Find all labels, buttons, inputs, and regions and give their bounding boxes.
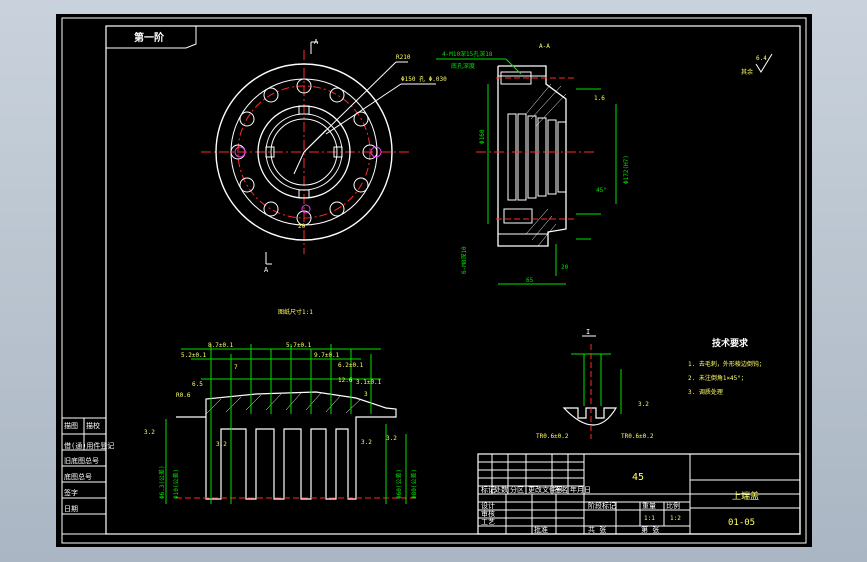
tech-req-title: 技术要求 bbox=[712, 337, 749, 349]
bottom-small-dim-0: R0.6 bbox=[176, 392, 191, 399]
tb-part-name: 上端盖 bbox=[732, 490, 759, 502]
detail-view bbox=[562, 335, 622, 439]
drawing-sheet: 第一阶 R210 Φ150 孔 Φ.030 A A 20 其余 6.4 A-A … bbox=[61, 17, 807, 544]
section-dim-length: 65 bbox=[526, 277, 534, 284]
front-view-callout-hole: Φ150 孔 Φ.030 bbox=[401, 75, 447, 83]
drawing-tab-label: 第一阶 bbox=[134, 31, 165, 44]
bottom-small-dim-4: 12.6 bbox=[338, 377, 353, 384]
tb-row-0: 标记 bbox=[481, 485, 495, 494]
bottom-vdim-3: Φ80(公差) bbox=[410, 469, 418, 499]
bottom-profile-view bbox=[165, 344, 416, 504]
tb-material: 45 bbox=[632, 472, 644, 483]
tb-drawing-no: 01-05 bbox=[728, 518, 755, 528]
bottom-small-dim-3: 7 bbox=[234, 364, 238, 371]
tb-stage-0: 阶段标记 bbox=[588, 501, 616, 510]
bottom-dim-1: 5.2±0.1 bbox=[181, 352, 207, 359]
section-marker-bottom: A bbox=[264, 266, 269, 274]
inner-frame bbox=[105, 25, 801, 535]
tb-row-5: 年月日 bbox=[570, 485, 591, 494]
stamp-row-0: 借(通)用件登记 bbox=[64, 441, 114, 450]
outer-frame bbox=[61, 17, 807, 544]
tb-sheet: 1:1 bbox=[644, 515, 655, 522]
section-dim-threads: 6-M8深10 bbox=[460, 246, 468, 274]
tb-stage-1: 重量 bbox=[642, 502, 656, 510]
stamp-row-3: 签字 bbox=[64, 488, 78, 497]
tb-row-4: 签名 bbox=[554, 485, 568, 494]
bottom-vdim-1: Φ10(公差) bbox=[172, 469, 180, 499]
tb-scale: 1:2 bbox=[670, 515, 681, 522]
detail-dim-left: TR0.6±0.2 bbox=[536, 433, 569, 440]
stamp-row-4: 日期 bbox=[64, 505, 78, 513]
bottom-dim-5: 3.1±0.1 bbox=[356, 379, 382, 386]
stamp-row-5: 描图 bbox=[64, 421, 78, 430]
section-view-label: A-A bbox=[539, 43, 550, 50]
section-marker-top: A bbox=[314, 38, 319, 46]
bottom-dim-4: 6.2±0.1 bbox=[338, 362, 364, 369]
bottom-small-dim-1: 6.5 bbox=[192, 381, 203, 388]
section-dim-outer: Φ172(H7) bbox=[623, 155, 630, 184]
tech-req-item-3: 3. 调质处理 bbox=[688, 388, 723, 396]
tb-sub-3: 批准 bbox=[534, 525, 548, 534]
detail-dim-right: TR0.6±0.2 bbox=[621, 433, 654, 440]
section-note-thread: 4-M10深15孔深18 bbox=[442, 50, 493, 58]
cad-drawing-viewport[interactable]: 第一阶 R210 Φ150 孔 Φ.030 A A 20 其余 6.4 A-A … bbox=[56, 14, 812, 547]
tb-sub-0: 设计 bbox=[481, 501, 495, 510]
scale-note: 图纸尺寸1:1 bbox=[278, 308, 313, 316]
bottom-vdim-0: Φ6.3(公差) bbox=[158, 465, 166, 499]
detail-view-label: I bbox=[586, 328, 590, 336]
bottom-vdim-2: Φ60(公差) bbox=[395, 469, 403, 499]
tb-sheet-0: 共 张 bbox=[588, 525, 606, 534]
tech-req-item-1: 1. 去毛刺，外形棱边倒钝； bbox=[688, 360, 765, 368]
tb-sub-1: 审核 bbox=[481, 509, 495, 518]
bottom-dim-2: 5.7±0.1 bbox=[286, 342, 312, 349]
stamp-row-2: 底图总号 bbox=[64, 472, 92, 481]
detail-dim-roughness: 3.2 bbox=[638, 401, 649, 408]
tb-sheet-1: 第 张 bbox=[641, 525, 659, 534]
roughness-value: 6.4 bbox=[756, 55, 767, 62]
section-note-depth: 底孔深度 bbox=[451, 62, 475, 70]
bottom-roughness-0: 3.2 bbox=[144, 429, 155, 436]
section-dim-inner: Φ160 bbox=[479, 129, 486, 144]
section-dim-roughness: 1.6 bbox=[594, 95, 605, 102]
bottom-dim-0: 8.7±0.1 bbox=[208, 342, 234, 349]
roughness-label: 其余 bbox=[741, 68, 753, 76]
stamp-row-6: 描校 bbox=[86, 421, 100, 430]
tech-req-item-2: 2. 未注倒角1×45°； bbox=[688, 374, 747, 382]
tb-stage-2: 比例 bbox=[666, 501, 680, 510]
bottom-small-dim-2: 3 bbox=[364, 391, 368, 398]
bottom-roughness-1: 3.2 bbox=[216, 441, 227, 448]
stamp-row-1: 旧底图总号 bbox=[64, 456, 99, 465]
front-view-callout-radius: R210 bbox=[396, 54, 411, 61]
tb-row-1: 处数 bbox=[494, 485, 508, 494]
tb-sub-2: 工艺 bbox=[481, 518, 495, 526]
bottom-dim-3: 9.7±0.1 bbox=[314, 352, 340, 359]
front-view-center-mark: 20 bbox=[298, 223, 306, 230]
section-dim-angle: 45° bbox=[596, 187, 607, 194]
bottom-roughness-2: 3.2 bbox=[361, 439, 372, 446]
section-dim-small: 20 bbox=[561, 264, 569, 271]
bottom-roughness-3: 3.2 bbox=[386, 435, 397, 442]
tb-row-2: 分区 bbox=[510, 485, 524, 494]
